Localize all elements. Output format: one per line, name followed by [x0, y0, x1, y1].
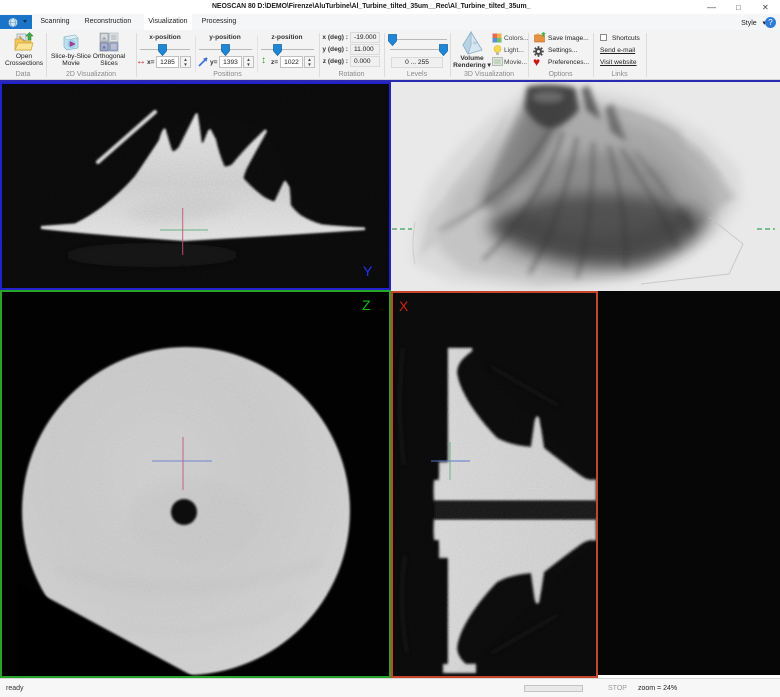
svg-text:X: X — [399, 298, 409, 314]
svg-text:Z: Z — [362, 297, 371, 313]
svg-text:Y: Y — [363, 263, 373, 279]
